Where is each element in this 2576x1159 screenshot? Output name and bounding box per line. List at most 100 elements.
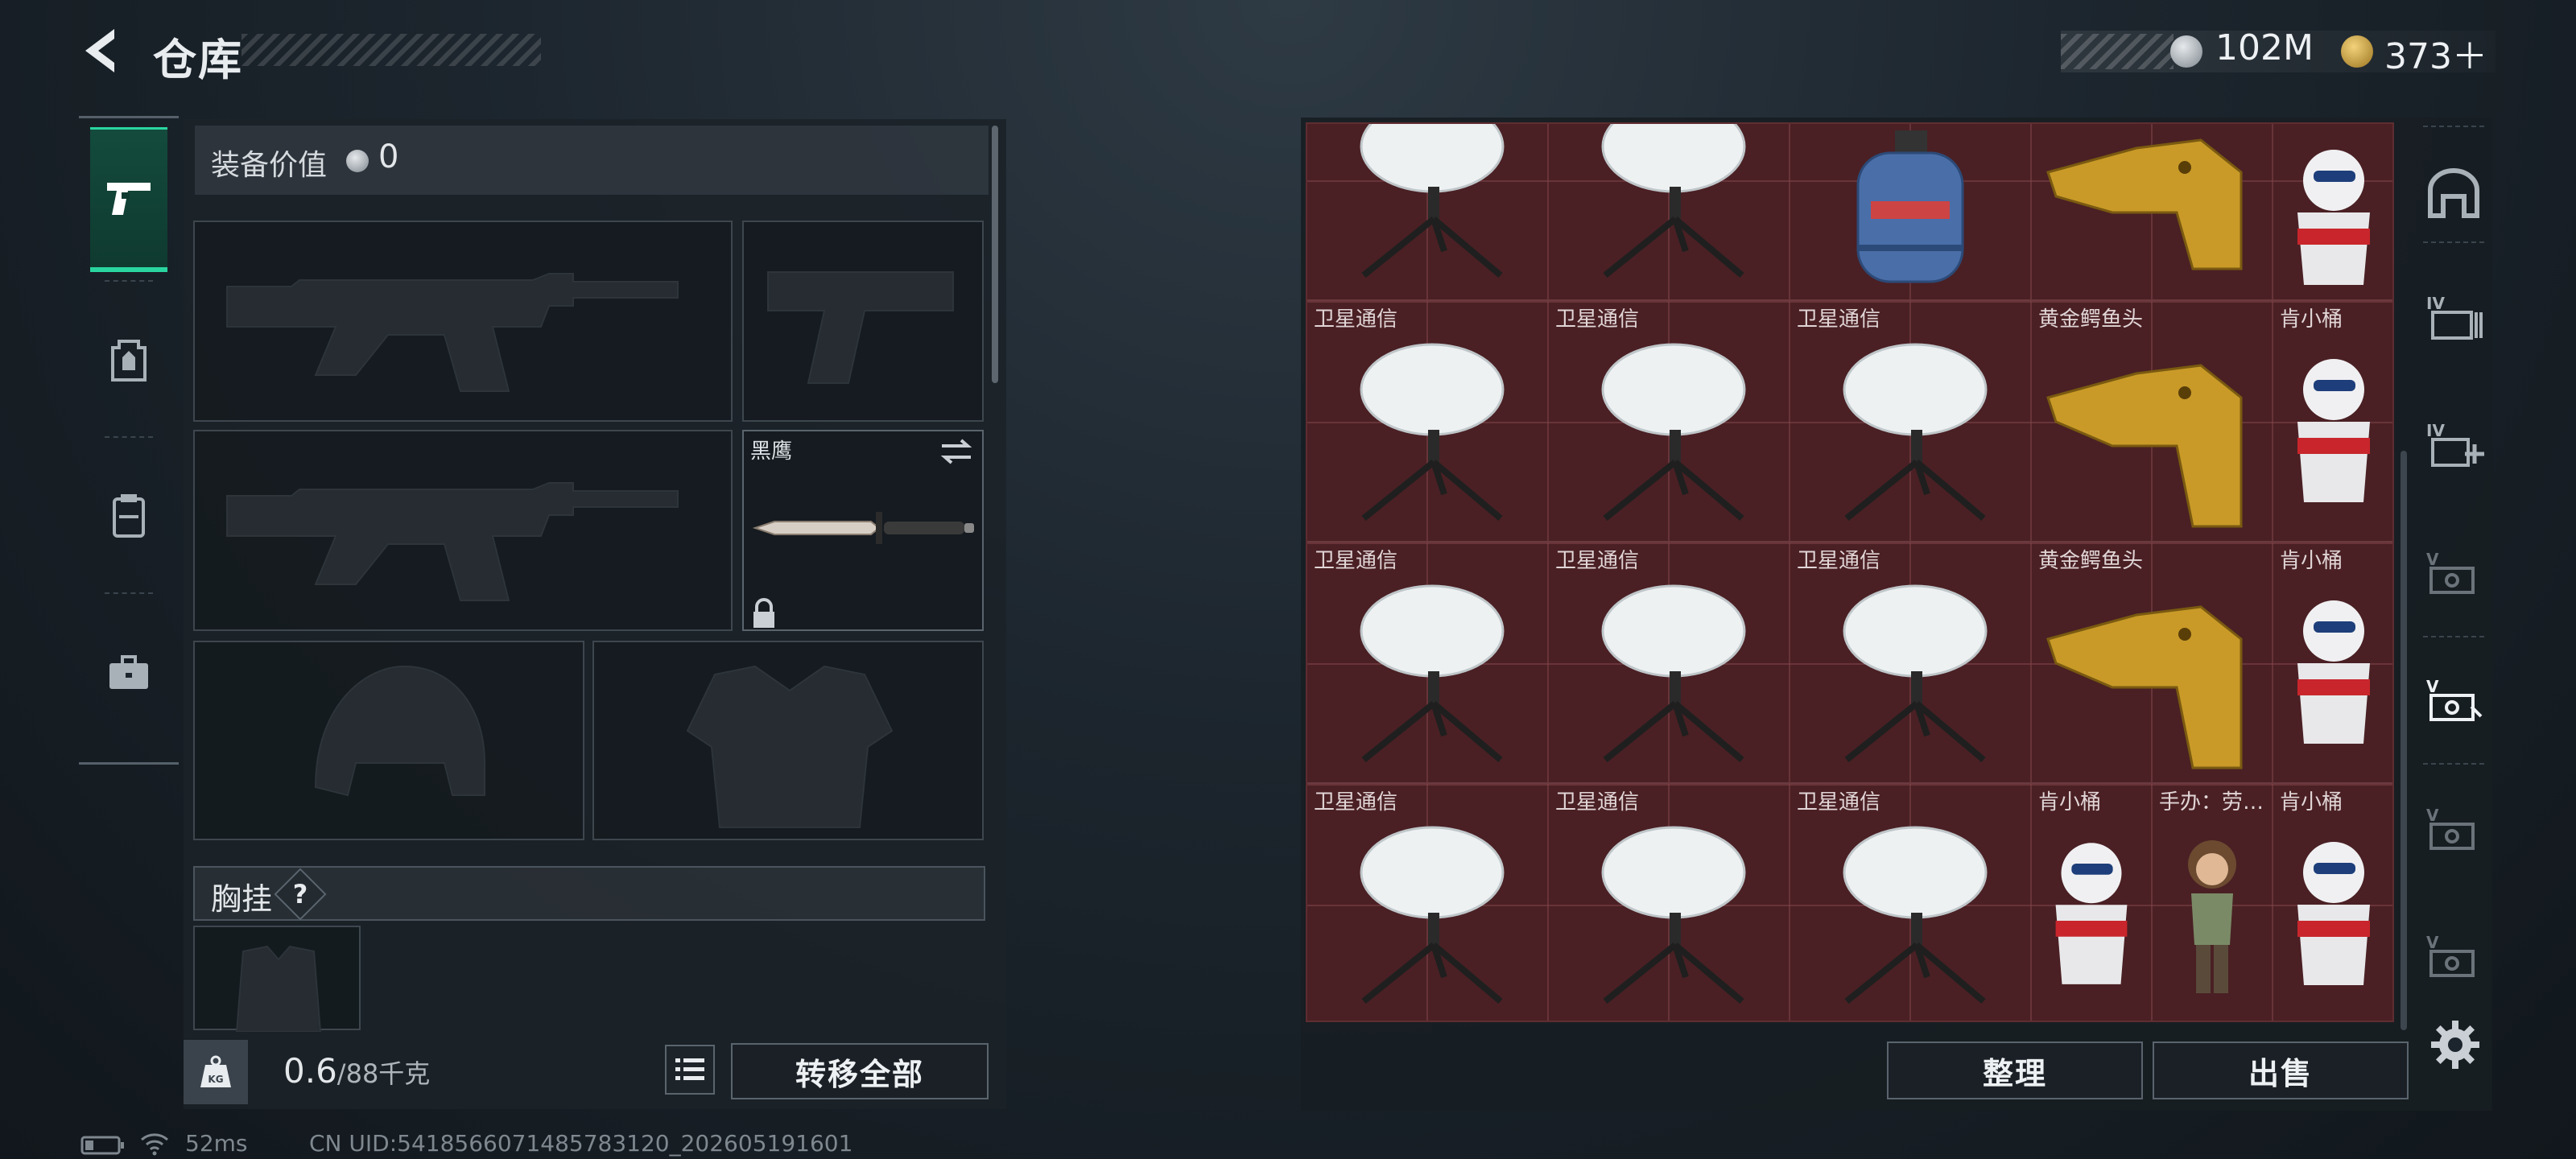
- sort-button[interactable]: 整理: [1887, 1041, 2143, 1099]
- item-name: 肯小桶: [2038, 790, 2102, 815]
- stash-item-gold-croc[interactable]: [2032, 124, 2272, 299]
- swap-icon[interactable]: [939, 438, 974, 465]
- stash-item-figurine[interactable]: 手办：劳…: [2153, 784, 2272, 1021]
- loadout-scrollbar[interactable]: [992, 126, 998, 383]
- stash-tab-iv-add[interactable]: IV: [2415, 406, 2492, 483]
- page-title: 仓库: [153, 35, 243, 85]
- weight-readout: 0.6/88千克: [283, 1051, 430, 1091]
- nav-rig[interactable]: [90, 444, 167, 589]
- list-view-button[interactable]: [665, 1045, 715, 1095]
- item-name: 肯小桶: [2280, 307, 2343, 332]
- container-v-icon: V: [2426, 550, 2475, 594]
- stash-tab-iv-1[interactable]: IV: [2415, 278, 2492, 356]
- satellite-dish-icon: [1360, 343, 1505, 522]
- stash-tab-v-3[interactable]: V: [2415, 918, 2492, 995]
- svg-text:KG: KG: [208, 1074, 223, 1085]
- currency-decoration: [2061, 34, 2174, 69]
- nav-case[interactable]: [90, 600, 167, 745]
- stash-item-satellite[interactable]: 卫星通信: [1790, 784, 2030, 1021]
- nav-divider: [105, 592, 153, 594]
- container-iv-icon: IV: [2426, 294, 2483, 340]
- stash-scrollbar[interactable]: [2401, 451, 2407, 1030]
- stash-item-kfc[interactable]: 肯小桶: [2032, 784, 2151, 1021]
- briefcase-icon: [109, 655, 148, 689]
- list-icon: [675, 1058, 704, 1080]
- stash-item-satellite[interactable]: 卫星通信: [1549, 301, 1789, 541]
- vest-silhouette-icon: [686, 665, 894, 828]
- weight-max: /88千克: [336, 1058, 431, 1089]
- battery-icon: [80, 1136, 124, 1155]
- kfc-bucket-figure-icon: [2297, 842, 2370, 985]
- stash-item-satellite[interactable]: 卫星通信: [1307, 542, 1547, 782]
- nav-weapons[interactable]: [90, 127, 167, 272]
- secondary-weapon-slot[interactable]: [193, 430, 733, 631]
- uid-readout: CN UID:5418566071485783120_202605191601: [309, 1130, 853, 1157]
- melee-slot[interactable]: 黑鹰: [742, 430, 984, 631]
- stash-tab-v-1[interactable]: V: [2415, 534, 2492, 612]
- stash-item-satellite[interactable]: [1549, 124, 1789, 299]
- satellite-dish-icon: [1360, 584, 1505, 763]
- stash-item-satellite[interactable]: 卫星通信: [1790, 542, 2030, 782]
- stash-tab-v-active[interactable]: V: [2415, 662, 2492, 739]
- stash-item-satellite[interactable]: 卫星通信: [1549, 542, 1789, 782]
- sidearm-slot[interactable]: [742, 221, 984, 422]
- helmet-silhouette-icon: [314, 665, 485, 797]
- stash-grid[interactable]: 卫星通信 卫星通信 卫星通信 黄金鳄鱼头 肯小桶 卫星通信 卫星通信 卫星通信 …: [1306, 122, 2394, 1022]
- satellite-dish-icon: [1601, 343, 1746, 522]
- satellite-dish-icon: [1843, 584, 1988, 763]
- settings-button[interactable]: [2423, 1013, 2487, 1077]
- stash-item-kfc[interactable]: 肯小桶: [2273, 542, 2392, 782]
- stash-item-satellite[interactable]: 卫星通信: [1790, 301, 2030, 541]
- armor-slot[interactable]: [592, 641, 984, 840]
- stash-item-gold-croc[interactable]: 黄金鳄鱼头: [2032, 301, 2272, 541]
- stash-item-gas-tank[interactable]: [1790, 124, 2030, 299]
- satellite-dish-icon: [1360, 124, 1505, 278]
- back-button[interactable]: [74, 23, 130, 79]
- satellite-dish-icon: [1601, 826, 1746, 1004]
- nav-divider: [2423, 241, 2484, 243]
- silver-balance: 102M: [2215, 27, 2314, 68]
- rifle-silhouette-icon: [226, 482, 679, 601]
- gold-crocodile-head-icon: [2046, 138, 2243, 270]
- gold-balance[interactable]: 373＋: [2384, 27, 2487, 79]
- sell-button[interactable]: 出售: [2153, 1041, 2409, 1099]
- container-v-icon: V: [2426, 806, 2475, 850]
- rig-silhouette-icon: [235, 945, 322, 1033]
- stash-item-kfc[interactable]: [2273, 124, 2392, 299]
- helmet-slot[interactable]: [193, 641, 584, 840]
- warehouse-icon: [2428, 168, 2479, 218]
- help-icon[interactable]: ?: [282, 876, 319, 913]
- figurine-icon: [2188, 840, 2236, 993]
- transfer-all-button[interactable]: 转移全部: [731, 1043, 989, 1099]
- gold-crocodile-head-icon: [2046, 364, 2243, 528]
- stash-item-satellite[interactable]: [1307, 124, 1547, 299]
- primary-weapon-slot[interactable]: [193, 221, 733, 422]
- gold-crocodile-head-icon: [2046, 605, 2243, 769]
- gas-cylinder-icon: [1856, 130, 1964, 283]
- stash-item-satellite[interactable]: 卫星通信: [1307, 784, 1547, 1021]
- equipment-value-label: 装备价值: [211, 149, 328, 182]
- nav-armor[interactable]: [90, 288, 167, 433]
- container-v-icon: V: [2426, 677, 2483, 721]
- weight-current: 0.6: [283, 1051, 337, 1091]
- kfc-bucket-figure-icon: [2297, 150, 2370, 285]
- stash-tab-v-2[interactable]: V: [2415, 790, 2492, 868]
- chest-rig-slot[interactable]: [193, 926, 361, 1033]
- melee-name: 黑鹰: [750, 439, 793, 464]
- back-arrow-icon: [85, 29, 114, 72]
- nav-divider: [105, 436, 153, 438]
- container-v-icon: V: [2426, 933, 2475, 977]
- wifi-icon: [141, 1133, 168, 1156]
- stash-item-kfc[interactable]: 肯小桶: [2273, 784, 2392, 1021]
- satellite-dish-icon: [1843, 826, 1988, 1004]
- stash-item-gold-croc[interactable]: 黄金鳄鱼头: [2032, 542, 2272, 782]
- satellite-dish-icon: [1601, 124, 1746, 278]
- stash-item-satellite[interactable]: 卫星通信: [1549, 784, 1789, 1021]
- stash-item-satellite[interactable]: 卫星通信: [1307, 301, 1547, 541]
- kfc-bucket-figure-icon: [2297, 359, 2370, 502]
- pistol-silhouette-icon: [767, 271, 954, 384]
- kfc-bucket-figure-icon: [2297, 600, 2370, 744]
- stash-item-kfc[interactable]: 肯小桶: [2273, 301, 2392, 541]
- silver-coin-icon: [346, 150, 369, 172]
- stash-tab-home[interactable]: [2415, 155, 2492, 232]
